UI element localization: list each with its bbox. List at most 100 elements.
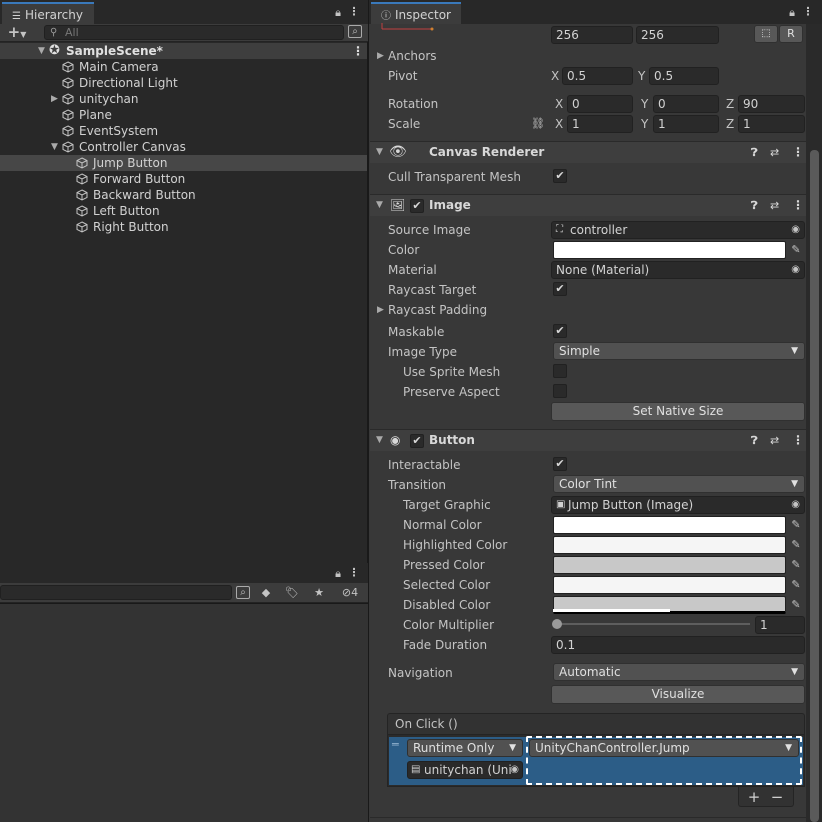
image-type-dropdown[interactable]: Simple ▼	[553, 342, 805, 360]
scale-y-field[interactable]: 1	[653, 115, 719, 133]
expand-arrow-icon[interactable]: ▶	[377, 300, 384, 320]
rotation-y-field[interactable]: 0	[653, 95, 719, 113]
object-picker-icon[interactable]: ◉	[791, 497, 800, 513]
cull-transparent-mesh-checkbox[interactable]: ✔	[553, 169, 567, 183]
navigation-dropdown[interactable]: Automatic ▼	[553, 663, 805, 681]
hierarchy-item-right-button[interactable]: Right Button	[0, 219, 367, 235]
raycast-target-checkbox[interactable]: ✔	[553, 282, 567, 296]
color-swatch[interactable]	[553, 241, 786, 259]
button-header[interactable]: ▼ ◉ ✔ Button ❓︎ ⇄ ⋮	[370, 429, 806, 451]
width-field[interactable]: 256	[551, 26, 633, 44]
anchors-label[interactable]: Anchors	[388, 46, 437, 66]
hierarchy-item-unitychan[interactable]: ▶ unitychan	[0, 91, 367, 107]
hierarchy-item-eventsystem[interactable]: EventSystem	[0, 123, 367, 139]
hierarchy-item-main-camera[interactable]: Main Camera	[0, 59, 367, 75]
preserve-aspect-checkbox[interactable]	[553, 384, 567, 398]
tag-icon[interactable]: 🏷︎	[284, 586, 300, 600]
add-object-button[interactable]: +▼	[6, 25, 28, 42]
remove-event-button[interactable]: −	[767, 788, 787, 806]
component-menu-icon[interactable]: ⋮	[792, 195, 804, 216]
blueprint-mode-button[interactable]: ⬚	[754, 25, 778, 43]
button-enabled-checkbox[interactable]: ✔	[410, 434, 424, 448]
scene-search-icon[interactable]: ⌕	[348, 25, 362, 38]
color-multiplier-handle[interactable]	[552, 619, 562, 629]
hierarchy-item-controller-canvas[interactable]: ▼ Controller Canvas	[0, 139, 367, 155]
add-event-button[interactable]: +	[744, 788, 764, 806]
lock-icon[interactable]: 🔒︎	[332, 567, 344, 581]
anchor-preset-icon[interactable]	[380, 20, 436, 31]
hierarchy-item-plane[interactable]: Plane	[0, 107, 367, 123]
runtime-dropdown[interactable]: Runtime Only ▼	[407, 739, 523, 757]
scene-menu-icon[interactable]: ⋮	[352, 43, 364, 59]
more-options-icon[interactable]: ⋮	[348, 566, 360, 580]
drag-handle-icon[interactable]: ═	[392, 739, 399, 751]
source-image-field[interactable]: ⛶ controller ◉	[551, 221, 805, 239]
expand-arrow-icon[interactable]: ▶	[377, 46, 384, 66]
height-field[interactable]: 256	[636, 26, 719, 44]
highlighted-color-swatch[interactable]	[553, 536, 786, 554]
scale-z-field[interactable]: 1	[738, 115, 805, 133]
link-scale-icon[interactable]: ⛓︎	[531, 117, 545, 131]
scale-x-field[interactable]: 1	[567, 115, 633, 133]
hidden-packages-icon[interactable]: ⊘4	[335, 586, 365, 600]
rotation-z-field[interactable]: 90	[738, 95, 805, 113]
favorite-star-icon[interactable]: ★	[311, 586, 327, 600]
pivot-x-field[interactable]: 0.5	[562, 67, 633, 85]
component-menu-icon[interactable]: ⋮	[792, 430, 804, 451]
eyedropper-icon[interactable]: ✎	[789, 537, 803, 553]
hierarchy-item-forward-button[interactable]: Forward Button	[0, 171, 367, 187]
help-icon[interactable]: ❓︎	[751, 142, 758, 163]
selected-color-swatch[interactable]	[553, 576, 786, 594]
fold-arrow-icon[interactable]: ▼	[376, 195, 383, 216]
transition-dropdown[interactable]: Color Tint ▼	[553, 475, 805, 493]
lock-icon[interactable]: 🔒︎	[786, 6, 798, 20]
use-sprite-mesh-checkbox[interactable]	[553, 364, 567, 378]
hierarchy-item-backward-button[interactable]: Backward Button	[0, 187, 367, 203]
image-enabled-checkbox[interactable]: ✔	[410, 199, 424, 213]
project-search-input[interactable]	[0, 585, 232, 600]
eyedropper-icon[interactable]: ✎	[789, 242, 803, 258]
pivot-y-field[interactable]: 0.5	[649, 67, 719, 85]
rotation-x-field[interactable]: 0	[567, 95, 633, 113]
scene-row[interactable]: ▼ ✪ SampleScene* ⋮	[0, 43, 367, 59]
object-picker-icon[interactable]: ◉	[791, 222, 800, 238]
normal-color-swatch[interactable]	[553, 516, 786, 534]
hierarchy-search-input[interactable]: ⚲ All	[44, 25, 344, 40]
maskable-checkbox[interactable]: ✔	[553, 324, 567, 338]
canvas-renderer-header[interactable]: ▼ 👁︎ Canvas Renderer ❓︎ ⇄ ⋮	[370, 141, 806, 163]
expand-arrow-icon[interactable]: ▶	[51, 91, 58, 107]
fold-arrow-icon[interactable]: ▼	[376, 430, 383, 451]
eyedropper-icon[interactable]: ✎	[789, 597, 803, 613]
visualize-button[interactable]: Visualize	[551, 685, 805, 704]
raycast-padding-label[interactable]: Raycast Padding	[388, 300, 487, 320]
inspector-scrollbar-thumb[interactable]	[810, 150, 819, 822]
more-options-icon[interactable]: ⋮	[348, 5, 360, 19]
presets-icon[interactable]: ⇄	[770, 195, 779, 216]
help-icon[interactable]: ❓︎	[751, 195, 758, 216]
hierarchy-item-left-button[interactable]: Left Button	[0, 203, 367, 219]
color-multiplier-track[interactable]	[557, 623, 750, 625]
object-picker-icon[interactable]: ◉	[791, 262, 800, 278]
fold-arrow-icon[interactable]: ▼	[376, 142, 383, 163]
fold-arrow-icon[interactable]: ▼	[51, 139, 58, 155]
tab-hierarchy[interactable]: ☰ Hierarchy	[2, 2, 94, 24]
event-object-field[interactable]: ▤ unitychan (Uni ◉	[407, 761, 523, 779]
color-multiplier-field[interactable]: 1	[755, 616, 805, 634]
material-field[interactable]: None (Material) ◉	[551, 261, 805, 279]
component-menu-icon[interactable]: ⋮	[792, 142, 804, 163]
pressed-color-swatch[interactable]	[553, 556, 786, 574]
object-picker-icon[interactable]: ◉	[510, 762, 519, 778]
filter-type-icon[interactable]: ◆	[258, 586, 274, 600]
image-header[interactable]: ▼ 🖼︎ ✔ Image ❓︎ ⇄ ⋮	[370, 194, 806, 216]
fade-duration-field[interactable]: 0.1	[551, 636, 805, 654]
eyedropper-icon[interactable]: ✎	[789, 557, 803, 573]
hierarchy-item-directional-light[interactable]: Directional Light	[0, 75, 367, 91]
eyedropper-icon[interactable]: ✎	[789, 517, 803, 533]
function-dropdown[interactable]: UnityChanController.Jump ▼	[529, 739, 799, 757]
set-native-size-button[interactable]: Set Native Size	[551, 402, 805, 421]
help-icon[interactable]: ❓︎	[751, 430, 758, 451]
raw-edit-button[interactable]: R	[779, 25, 803, 43]
presets-icon[interactable]: ⇄	[770, 142, 779, 163]
presets-icon[interactable]: ⇄	[770, 430, 779, 451]
eyedropper-icon[interactable]: ✎	[789, 577, 803, 593]
